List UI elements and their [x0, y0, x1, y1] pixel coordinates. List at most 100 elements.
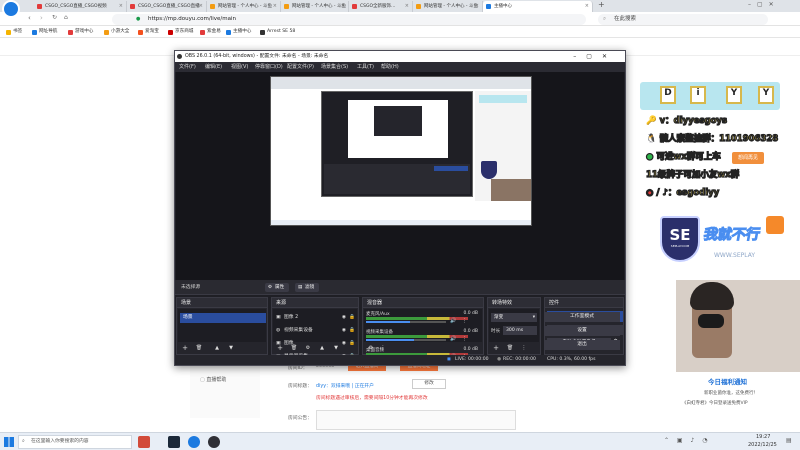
- source-item[interactable]: ▣ 图像 2 ◉ 🔒: [274, 313, 358, 322]
- browser-tab[interactable]: 网站管理 - 个人中心 - 斗鱼 ×: [281, 1, 349, 12]
- menu-item-profile[interactable]: 配置文件(P): [287, 62, 314, 72]
- eye-icon[interactable]: ◉: [342, 313, 346, 322]
- bookmark-item[interactable]: Arrest SE 58: [260, 27, 295, 37]
- obs-taskbar-icon[interactable]: [208, 436, 220, 448]
- menu-item-view[interactable]: 视图(V): [231, 62, 248, 72]
- duration-input[interactable]: 300 ms: [503, 326, 537, 335]
- bookmark-item[interactable]: 游戏中心: [68, 27, 93, 37]
- speaker-icon[interactable]: 🔊: [450, 318, 456, 324]
- brand-text: 我就不行: [702, 227, 762, 244]
- browser-tab[interactable]: 网站管理 - 个人中心 - 斗鱼 ×: [413, 1, 483, 12]
- close-icon[interactable]: ×: [199, 1, 203, 12]
- add-transition-button[interactable]: +: [492, 344, 500, 352]
- more-icon[interactable]: ⋮: [462, 318, 467, 324]
- remove-source-button[interactable]: 🗑: [290, 344, 298, 352]
- bookmark-item[interactable]: 书签: [6, 27, 22, 37]
- sources-list: ▣图像 2◉🔒 ◍视频采集设备◉🔒 ▣图像◉🔒 ▭显示器采集◉🔒: [273, 309, 358, 359]
- preview-se-logo: [481, 161, 497, 179]
- menu-item-edit[interactable]: 编辑(E): [205, 62, 222, 72]
- bookmark-item[interactable]: 网址导航: [32, 27, 57, 37]
- menu-item-scene-collection[interactable]: 场景集合(S): [321, 62, 348, 72]
- windows-start-icon[interactable]: [4, 437, 14, 447]
- obs-window-controls[interactable]: –▢✕: [573, 51, 617, 62]
- bookmark-item[interactable]: 京东商城: [168, 27, 193, 37]
- back-icon[interactable]: ‹: [28, 14, 31, 22]
- channel-db: 0.0 dB: [463, 329, 478, 334]
- overlay-line: 11级牌子可加小友wx群: [645, 169, 740, 180]
- remove-transition-button[interactable]: 🗑: [506, 344, 514, 352]
- bookmark-item[interactable]: 爱淘宝: [138, 27, 159, 37]
- bookmark-item[interactable]: 主播中心: [226, 27, 251, 37]
- steam-icon[interactable]: [168, 436, 180, 448]
- obs-preview[interactable]: [176, 72, 624, 280]
- mixer-settings-button[interactable]: ⚙: [367, 344, 375, 352]
- add-source-button[interactable]: +: [276, 344, 284, 352]
- browser-tab[interactable]: CSGO_CSGO直播_CSGO视频 ×: [34, 1, 127, 12]
- forward-icon[interactable]: ›: [40, 14, 43, 22]
- settings-button[interactable]: 设置: [544, 326, 620, 336]
- mixer-menu-button[interactable]: ⋮: [379, 344, 387, 352]
- studio-mode-button[interactable]: 工作室模式: [544, 312, 620, 322]
- menu-item-help[interactable]: 帮助(H): [381, 62, 399, 72]
- browser-logo-icon[interactable]: [2, 0, 20, 18]
- source-item[interactable]: ◍ 视频采集设备 ◉ 🔒: [274, 326, 358, 335]
- obs-logo-icon: [177, 54, 182, 59]
- close-icon[interactable]: ×: [119, 1, 123, 12]
- scenes-list: 场景: [178, 309, 266, 342]
- browser-taskbar-icon[interactable]: [188, 436, 200, 448]
- mixer-channel: 麦克风/Aux 0.0 dB 🔊 ⋮: [366, 311, 482, 325]
- volume-slider[interactable]: [366, 339, 446, 341]
- close-icon[interactable]: ×: [585, 1, 589, 12]
- home-icon[interactable]: ⌂: [64, 14, 68, 21]
- browser-tab[interactable]: 网站管理 - 个人中心 - 斗鱼 ×: [207, 1, 281, 12]
- exit-button[interactable]: 退出: [544, 340, 620, 350]
- clock-date[interactable]: 2022/12/25: [748, 442, 777, 448]
- filters-button[interactable]: ▤ 滤镜: [295, 283, 320, 292]
- volume-slider[interactable]: [366, 321, 446, 323]
- browser-search-input[interactable]: ⌕ 在此搜索: [598, 14, 768, 25]
- menu-item-file[interactable]: 文件(F): [179, 62, 196, 72]
- notification-icon[interactable]: ▤: [786, 437, 792, 444]
- app-icon-game[interactable]: [138, 436, 150, 448]
- close-icon[interactable]: ×: [405, 1, 409, 12]
- transition-menu-button[interactable]: ⋮: [520, 344, 528, 352]
- menu-item-docks[interactable]: 停靠窗口(D): [255, 62, 283, 72]
- close-icon[interactable]: ×: [273, 1, 277, 12]
- taskbar-search-input[interactable]: ⌕ 在这里输入你要搜索的内容: [18, 435, 132, 449]
- browser-tab-active[interactable]: 主播中心 ×: [483, 1, 593, 12]
- close-icon[interactable]: ×: [475, 1, 479, 12]
- scene-item[interactable]: 场景: [180, 313, 266, 323]
- bookmark-item[interactable]: 紫金易: [200, 27, 221, 37]
- clock-time[interactable]: 19:27: [756, 434, 770, 440]
- new-tab-icon[interactable]: +: [598, 0, 605, 9]
- lock-icon[interactable]: 🔒: [349, 326, 355, 335]
- window-controls[interactable]: –▢✕: [748, 1, 780, 8]
- bookmark-item[interactable]: 小游大全: [104, 27, 129, 37]
- remove-scene-button[interactable]: 🗑: [195, 344, 203, 352]
- tab-label: 网站管理 - 个人中心 - 斗鱼: [218, 4, 272, 9]
- move-down-button[interactable]: ▼: [332, 344, 340, 352]
- move-up-button[interactable]: ▲: [213, 344, 221, 352]
- refresh-icon[interactable]: ↻: [52, 14, 57, 21]
- browser-tab[interactable]: CSGO_CSGO直播_CSGO直播 ×: [127, 1, 207, 12]
- notice-textarea[interactable]: [316, 410, 516, 430]
- eye-icon[interactable]: ◉: [342, 326, 346, 335]
- tray-icons[interactable]: ⌃ ▣ ♪ ◔: [664, 437, 710, 444]
- no-source-label: 未选择源: [181, 285, 201, 290]
- browser-tab[interactable]: CSGO全新服饰... ×: [349, 1, 413, 12]
- move-down-button[interactable]: ▼: [227, 344, 235, 352]
- move-up-button[interactable]: ▲: [318, 344, 326, 352]
- add-scene-button[interactable]: +: [181, 344, 189, 352]
- lock-icon[interactable]: 🔒: [349, 313, 355, 322]
- url-input[interactable]: ● https://mp.douyu.com/live/main: [112, 14, 586, 25]
- live-help-item[interactable]: ▢ 直播帮助: [200, 376, 226, 383]
- notice-label: 房间公告：: [288, 416, 312, 421]
- source-settings-button[interactable]: ⚙: [304, 344, 312, 352]
- transition-select[interactable]: 渐变 ▾: [491, 313, 537, 322]
- close-icon[interactable]: ×: [341, 1, 345, 12]
- properties-button[interactable]: ⚙ 属性: [265, 283, 290, 292]
- preview-canvas: [270, 76, 532, 226]
- preview-overlay-banner: [479, 95, 527, 103]
- menu-item-tools[interactable]: 工具(T): [357, 62, 374, 72]
- modify-button[interactable]: 修改: [412, 379, 446, 389]
